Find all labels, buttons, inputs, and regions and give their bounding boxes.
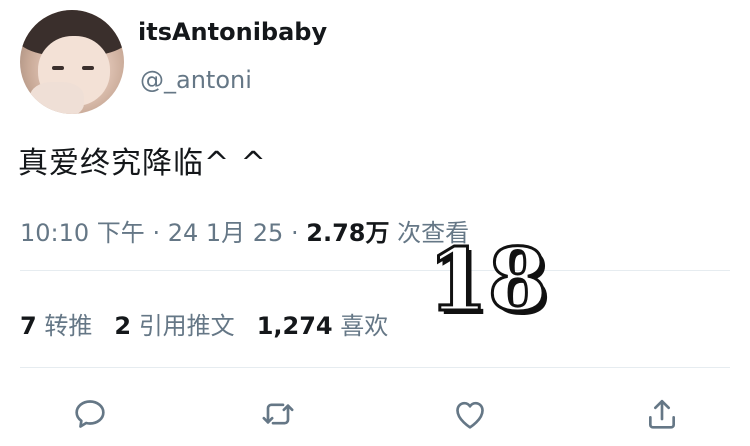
share-button[interactable]	[642, 394, 682, 434]
views-count: 2.78万	[306, 219, 390, 247]
quotes-label: 引用推文	[138, 312, 235, 340]
quotes-stat[interactable]: 2 引用推文	[114, 312, 234, 340]
avatar-eye-right	[82, 66, 94, 70]
display-name[interactable]: itsAntonibaby	[138, 18, 327, 46]
tweet-date[interactable]: 24 1月 25	[168, 219, 284, 247]
user-handle[interactable]: @_antoni	[140, 66, 252, 94]
retweets-label: 转推	[44, 312, 93, 340]
quotes-count: 2	[114, 312, 132, 340]
meta-separator: ·	[152, 219, 161, 247]
tweet-text: 真爱终究降临^ ^	[18, 146, 267, 181]
like-button[interactable]	[450, 394, 490, 434]
share-icon	[649, 399, 675, 429]
tweet-time[interactable]: 10:10 下午	[20, 219, 145, 247]
meta-separator: ·	[290, 219, 299, 247]
divider-bottom	[20, 367, 730, 368]
retweet-button[interactable]	[258, 394, 298, 434]
likes-stat[interactable]: 1,274 喜欢	[257, 312, 389, 340]
retweets-stat[interactable]: 7 转推	[20, 312, 92, 340]
avatar[interactable]	[20, 10, 124, 114]
avatar-hand	[30, 82, 84, 114]
action-bar	[0, 388, 750, 444]
retweet-icon	[262, 403, 294, 425]
tweet-stats: 7 转推 2 引用推文 1,274 喜欢	[20, 306, 388, 341]
tweet-meta: 10:10 下午 · 24 1月 25 · 2.78万 次查看	[20, 213, 469, 248]
like-icon	[456, 401, 484, 429]
reply-icon	[75, 400, 105, 428]
likes-label: 喜欢	[340, 312, 389, 340]
divider-top	[20, 270, 730, 271]
reply-button[interactable]	[70, 394, 110, 434]
sticker-overlay: 18	[427, 230, 550, 331]
retweets-count: 7	[20, 312, 37, 340]
likes-count: 1,274	[256, 312, 333, 340]
avatar-eye-left	[52, 66, 64, 70]
